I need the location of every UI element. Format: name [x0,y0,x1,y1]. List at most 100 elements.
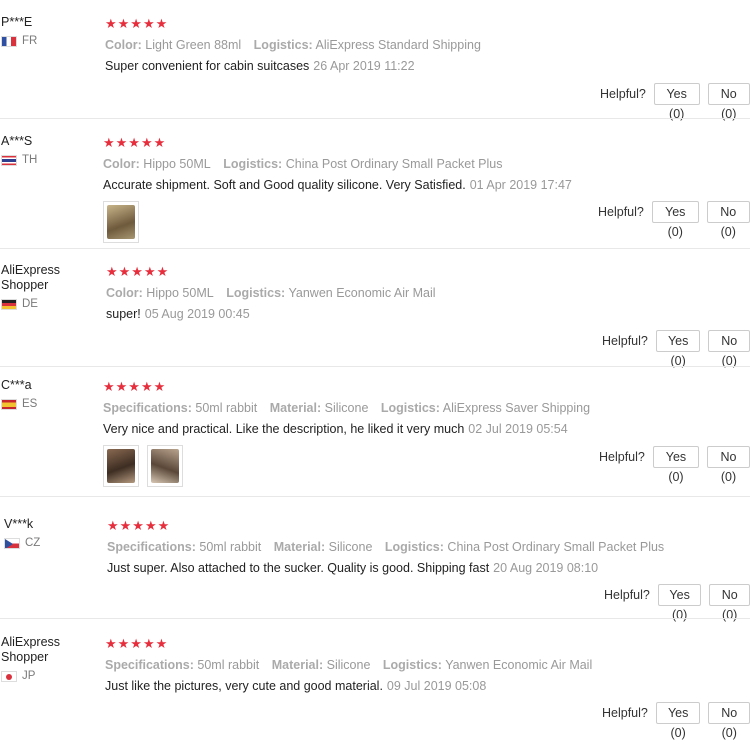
review-body: super! [106,307,141,321]
flag-de-icon [1,298,17,310]
review-body: Super convenient for cabin suitcases [105,59,310,73]
review-text: Very nice and practical. Like the descri… [103,421,590,437]
reviewer-name: P***E [1,15,33,29]
attr-label: Logistics: [380,401,440,415]
review-photo-thumbnail[interactable] [147,445,183,487]
review-content: ★★★★★ Color: Hippo 50ML Logistics: Yanwe… [106,265,436,322]
helpful-votes: Helpful? Yes (0) No (0) [598,201,750,239]
review-divider [0,248,750,249]
review-text: Just super. Also attached to the sucker.… [107,560,664,576]
attr-label: Logistics: [253,38,313,52]
review-date: 05 Aug 2019 00:45 [144,307,250,321]
attr-value: Hippo 50ML [143,157,211,171]
country-code: CZ [25,537,41,549]
attr-label: Specifications: [103,401,192,415]
attr-value: 50ml rabbit [195,401,258,415]
attr-value: Silicone [326,658,371,672]
review-content: ★★★★★ Specifications: 50ml rabbit Materi… [107,519,664,576]
review-body: Just super. Also attached to the sucker.… [107,561,490,575]
reviewer-country: FR [1,35,96,47]
review-attributes: Specifications: 50ml rabbit Material: Si… [103,400,590,416]
attr-label: Color: [105,38,142,52]
reviewer-name: C***a [1,378,32,392]
review-divider [0,618,750,619]
review-date: 02 Jul 2019 05:54 [468,422,568,436]
helpful-votes: Helpful? Yes (0) No (0) [602,702,750,740]
helpful-yes-button[interactable]: Yes (0) [655,330,701,368]
reviewer-country: TH [1,154,96,166]
review-content: ★★★★★ Color: Light Green 88ml Logistics:… [105,17,481,74]
review-photo-thumbnail[interactable] [103,201,139,243]
attr-label: Logistics: [382,658,442,672]
review-photos [103,445,590,487]
attr-value: 50ml rabbit [199,540,262,554]
helpful-yes-button[interactable]: Yes (0) [655,702,701,740]
helpful-votes: Helpful? Yes (0) No (0) [600,83,750,121]
helpful-label: Helpful? [602,334,648,348]
attr-label: Material: [273,540,326,554]
review-date: 26 Apr 2019 11:22 [313,59,415,73]
attr-value: Yanwen Economic Air Mail [445,658,593,672]
review-text: Just like the pictures, very cute and go… [105,678,592,694]
helpful-no-button[interactable]: No (0) [707,446,750,484]
flag-fr-icon [1,35,17,47]
review-divider [0,496,750,497]
review-text: Super convenient for cabin suitcases 26 A… [105,58,481,74]
review-photos [103,201,572,243]
review-attributes: Color: Hippo 50ML Logistics: Yanwen Econ… [106,285,436,301]
reviewer-info: A***S TH [1,134,96,166]
review-date: 20 Aug 2019 08:10 [493,561,599,575]
reviewer-name: AliExpress Shopper [1,635,61,664]
review-body: Just like the pictures, very cute and go… [105,679,383,693]
review-date: 09 Jul 2019 05:08 [386,679,487,693]
helpful-no-button[interactable]: No (0) [707,83,750,121]
country-code: DE [22,298,38,310]
rating-stars: ★★★★★ [105,636,169,651]
flag-cz-icon [4,537,20,549]
review-attributes: Color: Hippo 50ML Logistics: China Post … [103,156,572,172]
helpful-label: Helpful? [600,87,646,101]
attr-value: 50ml rabbit [197,658,260,672]
reviewer-name: AliExpress Shopper [1,263,61,292]
review-content: ★★★★★ Specifications: 50ml rabbit Materi… [105,637,592,694]
attr-value: China Post Ordinary Small Packet Plus [447,540,665,554]
attr-label: Material: [269,401,322,415]
reviewer-country: ES [1,398,96,410]
review-attributes: Color: Light Green 88ml Logistics: AliEx… [105,37,481,53]
flag-es-icon [1,398,17,410]
helpful-no-button[interactable]: No (0) [708,702,750,740]
country-code: JP [22,670,36,682]
helpful-yes-button[interactable]: Yes (0) [652,446,700,484]
helpful-label: Helpful? [598,205,644,219]
helpful-yes-button[interactable]: Yes (0) [657,584,702,622]
helpful-no-button[interactable]: No (0) [708,330,750,368]
helpful-votes: Helpful? Yes (0) No (0) [602,330,750,368]
review-attributes: Specifications: 50ml rabbit Material: Si… [105,657,592,673]
helpful-no-button[interactable]: No (0) [709,584,750,622]
rating-stars: ★★★★★ [105,16,169,31]
review-text: Accurate shipment. Soft and Good quality… [103,177,572,193]
reviewer-country: JP [1,670,96,682]
attr-value: Light Green 88ml [145,38,242,52]
helpful-no-button[interactable]: No (0) [706,201,750,239]
review-photo-thumbnail[interactable] [103,445,139,487]
reviewer-info: AliExpress Shopper DE [1,263,96,310]
reviewer-name: A***S [1,134,33,148]
reviewer-info: AliExpress Shopper JP [1,635,96,682]
reviewer-country: CZ [1,537,96,549]
helpful-yes-button[interactable]: Yes (0) [651,201,699,239]
attr-label: Color: [103,157,140,171]
helpful-yes-button[interactable]: Yes (0) [653,83,700,121]
attr-label: Color: [106,286,143,300]
attr-value: Silicone [328,540,373,554]
attr-value: China Post Ordinary Small Packet Plus [285,157,503,171]
helpful-label: Helpful? [604,588,650,602]
review-content: ★★★★★ Color: Hippo 50ML Logistics: China… [103,136,572,243]
attr-label: Logistics: [223,157,283,171]
country-code: FR [22,35,38,47]
review-content: ★★★★★ Specifications: 50ml rabbit Materi… [103,380,590,487]
review-attributes: Specifications: 50ml rabbit Material: Si… [107,539,664,555]
attr-label: Specifications: [105,658,194,672]
attr-label: Material: [271,658,324,672]
country-code: TH [22,154,38,166]
